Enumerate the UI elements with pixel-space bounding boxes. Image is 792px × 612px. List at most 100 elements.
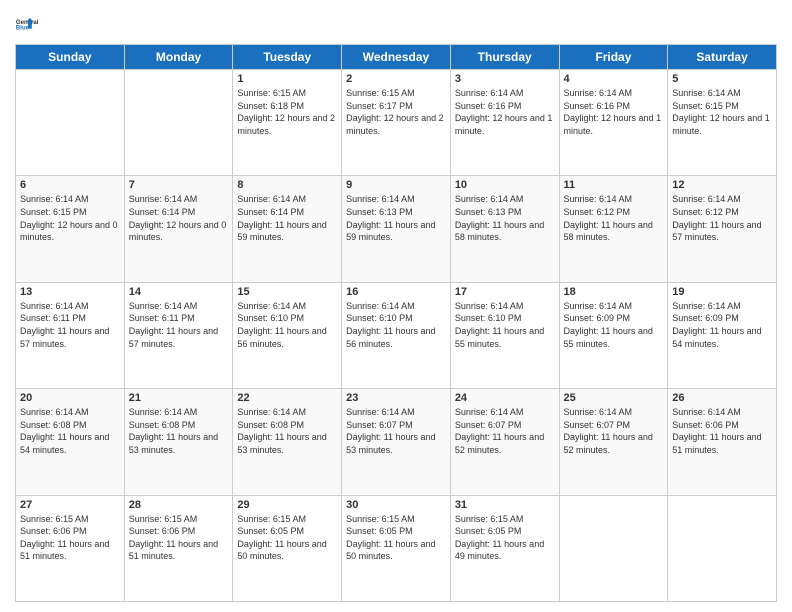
day-number: 17 — [455, 286, 555, 298]
calendar-cell: 18 Sunrise: 6:14 AM Sunset: 6:09 PM Dayli… — [559, 282, 668, 388]
dow-header-saturday: Saturday — [668, 45, 777, 70]
day-info: Sunrise: 6:14 AM Sunset: 6:12 PM Dayligh… — [672, 193, 772, 243]
day-info: Sunrise: 6:15 AM Sunset: 6:18 PM Dayligh… — [237, 87, 337, 137]
day-info: Sunrise: 6:14 AM Sunset: 6:10 PM Dayligh… — [455, 300, 555, 350]
day-number: 21 — [129, 392, 229, 404]
calendar-cell: 20 Sunrise: 6:14 AM Sunset: 6:08 PM Dayli… — [16, 389, 125, 495]
day-info: Sunrise: 6:15 AM Sunset: 6:06 PM Dayligh… — [20, 513, 120, 563]
calendar-cell — [668, 495, 777, 601]
week-row-3: 20 Sunrise: 6:14 AM Sunset: 6:08 PM Dayli… — [16, 389, 777, 495]
day-number: 6 — [20, 179, 120, 191]
day-info: Sunrise: 6:14 AM Sunset: 6:10 PM Dayligh… — [237, 300, 337, 350]
calendar-cell — [16, 70, 125, 176]
day-info: Sunrise: 6:14 AM Sunset: 6:11 PM Dayligh… — [129, 300, 229, 350]
calendar-cell: 8 Sunrise: 6:14 AM Sunset: 6:14 PM Daylig… — [233, 176, 342, 282]
page: General Blue SundayMondayTuesdayWednesda… — [0, 0, 792, 612]
day-number: 29 — [237, 499, 337, 511]
day-info: Sunrise: 6:14 AM Sunset: 6:15 PM Dayligh… — [672, 87, 772, 137]
dow-header-sunday: Sunday — [16, 45, 125, 70]
day-info: Sunrise: 6:14 AM Sunset: 6:13 PM Dayligh… — [346, 193, 446, 243]
calendar-cell: 22Sunrise: 6:14 AM Sunset: 6:08 PM Dayli… — [233, 389, 342, 495]
logo: General Blue — [15, 10, 43, 38]
day-number: 14 — [129, 286, 229, 298]
calendar-cell: 30Sunrise: 6:15 AM Sunset: 6:05 PM Dayli… — [342, 495, 451, 601]
day-number: 9 — [346, 179, 446, 191]
day-number: 10 — [455, 179, 555, 191]
calendar-cell: 6 Sunrise: 6:14 AM Sunset: 6:15 PM Daylig… — [16, 176, 125, 282]
dow-header-friday: Friday — [559, 45, 668, 70]
day-number: 3 — [455, 73, 555, 85]
day-number: 5 — [672, 73, 772, 85]
day-number: 26 — [672, 392, 772, 404]
day-info: Sunrise: 6:14 AM Sunset: 6:11 PM Dayligh… — [20, 300, 120, 350]
dow-header-wednesday: Wednesday — [342, 45, 451, 70]
calendar-cell: 26 Sunrise: 6:14 AM Sunset: 6:06 PM Dayli… — [668, 389, 777, 495]
day-number: 1 — [237, 73, 337, 85]
calendar-cell: 1 Sunrise: 6:15 AM Sunset: 6:18 PM Daylig… — [233, 70, 342, 176]
calendar-cell: 11 Sunrise: 6:14 AM Sunset: 6:12 PM Dayli… — [559, 176, 668, 282]
calendar-cell — [559, 495, 668, 601]
dow-header-thursday: Thursday — [450, 45, 559, 70]
day-number: 11 — [564, 179, 664, 191]
calendar-cell: 17 Sunrise: 6:14 AM Sunset: 6:10 PM Dayli… — [450, 282, 559, 388]
week-row-1: 6 Sunrise: 6:14 AM Sunset: 6:15 PM Daylig… — [16, 176, 777, 282]
day-info: Sunrise: 6:14 AM Sunset: 6:06 PM Dayligh… — [672, 406, 772, 456]
calendar-table: SundayMondayTuesdayWednesdayThursdayFrid… — [15, 44, 777, 602]
calendar-cell: 25 Sunrise: 6:14 AM Sunset: 6:07 PM Dayli… — [559, 389, 668, 495]
day-info: Sunrise: 6:14 AM Sunset: 6:13 PM Dayligh… — [455, 193, 555, 243]
day-info: Sunrise: 6:14 AM Sunset: 6:08 PM Dayligh… — [129, 406, 229, 456]
calendar-cell: 10 Sunrise: 6:14 AM Sunset: 6:13 PM Dayli… — [450, 176, 559, 282]
day-info: Sunrise: 6:14 AM Sunset: 6:15 PM Dayligh… — [20, 193, 120, 243]
calendar-cell: 16 Sunrise: 6:14 AM Sunset: 6:10 PM Dayli… — [342, 282, 451, 388]
week-row-2: 13Sunrise: 6:14 AM Sunset: 6:11 PM Dayli… — [16, 282, 777, 388]
calendar-cell: 24 Sunrise: 6:14 AM Sunset: 6:07 PM Dayli… — [450, 389, 559, 495]
calendar-cell: 7 Sunrise: 6:14 AM Sunset: 6:14 PM Daylig… — [124, 176, 233, 282]
day-number: 16 — [346, 286, 446, 298]
calendar-cell: 15 Sunrise: 6:14 AM Sunset: 6:10 PM Dayli… — [233, 282, 342, 388]
day-info: Sunrise: 6:14 AM Sunset: 6:07 PM Dayligh… — [564, 406, 664, 456]
day-info: Sunrise: 6:15 AM Sunset: 6:05 PM Dayligh… — [455, 513, 555, 563]
day-info: Sunrise: 6:14 AM Sunset: 6:14 PM Dayligh… — [129, 193, 229, 243]
day-info: Sunrise: 6:15 AM Sunset: 6:05 PM Dayligh… — [237, 513, 337, 563]
dow-header-monday: Monday — [124, 45, 233, 70]
calendar-cell: 21 Sunrise: 6:14 AM Sunset: 6:08 PM Dayli… — [124, 389, 233, 495]
week-row-0: 1 Sunrise: 6:15 AM Sunset: 6:18 PM Daylig… — [16, 70, 777, 176]
day-info: Sunrise: 6:14 AM Sunset: 6:14 PM Dayligh… — [237, 193, 337, 243]
calendar-cell: 12 Sunrise: 6:14 AM Sunset: 6:12 PM Dayli… — [668, 176, 777, 282]
day-number: 30 — [346, 499, 446, 511]
calendar-body: 1 Sunrise: 6:15 AM Sunset: 6:18 PM Daylig… — [16, 70, 777, 602]
day-number: 20 — [20, 392, 120, 404]
day-number: 23 — [346, 392, 446, 404]
day-number: 7 — [129, 179, 229, 191]
day-info: Sunrise: 6:14 AM Sunset: 6:16 PM Dayligh… — [564, 87, 664, 137]
day-number: 4 — [564, 73, 664, 85]
day-number: 31 — [455, 499, 555, 511]
day-number: 24 — [455, 392, 555, 404]
calendar-cell: 23 Sunrise: 6:14 AM Sunset: 6:07 PM Dayli… — [342, 389, 451, 495]
dow-header-tuesday: Tuesday — [233, 45, 342, 70]
calendar-cell — [124, 70, 233, 176]
calendar-cell: 19Sunrise: 6:14 AM Sunset: 6:09 PM Dayli… — [668, 282, 777, 388]
day-number: 25 — [564, 392, 664, 404]
day-number: 15 — [237, 286, 337, 298]
day-info: Sunrise: 6:14 AM Sunset: 6:10 PM Dayligh… — [346, 300, 446, 350]
day-info: Sunrise: 6:14 AM Sunset: 6:12 PM Dayligh… — [564, 193, 664, 243]
day-number: 28 — [129, 499, 229, 511]
calendar-cell: 9 Sunrise: 6:14 AM Sunset: 6:13 PM Daylig… — [342, 176, 451, 282]
calendar-cell: 14 Sunrise: 6:14 AM Sunset: 6:11 PM Dayli… — [124, 282, 233, 388]
day-number: 18 — [564, 286, 664, 298]
day-info: Sunrise: 6:14 AM Sunset: 6:09 PM Dayligh… — [564, 300, 664, 350]
day-info: Sunrise: 6:14 AM Sunset: 6:08 PM Dayligh… — [20, 406, 120, 456]
svg-text:Blue: Blue — [16, 26, 30, 32]
calendar-cell: 2Sunrise: 6:15 AM Sunset: 6:17 PM Daylig… — [342, 70, 451, 176]
day-info: Sunrise: 6:14 AM Sunset: 6:07 PM Dayligh… — [455, 406, 555, 456]
calendar-cell: 4 Sunrise: 6:14 AM Sunset: 6:16 PM Daylig… — [559, 70, 668, 176]
day-number: 12 — [672, 179, 772, 191]
week-row-4: 27Sunrise: 6:15 AM Sunset: 6:06 PM Dayli… — [16, 495, 777, 601]
day-info: Sunrise: 6:14 AM Sunset: 6:16 PM Dayligh… — [455, 87, 555, 137]
day-info: Sunrise: 6:14 AM Sunset: 6:08 PM Dayligh… — [237, 406, 337, 456]
day-info: Sunrise: 6:14 AM Sunset: 6:09 PM Dayligh… — [672, 300, 772, 350]
day-number: 8 — [237, 179, 337, 191]
day-info: Sunrise: 6:14 AM Sunset: 6:07 PM Dayligh… — [346, 406, 446, 456]
day-number: 2 — [346, 73, 446, 85]
